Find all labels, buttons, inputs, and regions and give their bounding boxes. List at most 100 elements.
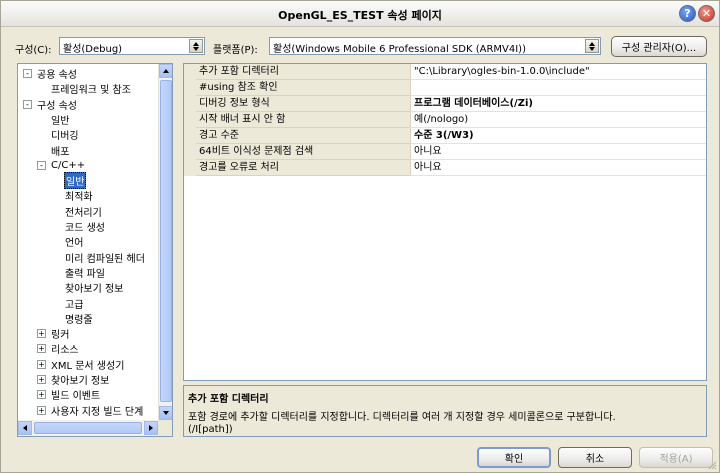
property-row[interactable]: 시작 배너 표시 안 함 예(/nologo) [184,112,706,128]
property-row[interactable]: 64비트 이식성 문제점 검색 아니요 [184,144,706,160]
tree-item[interactable]: 명령줄 [64,311,94,326]
tree-item-label: 명령줄 [65,314,93,326]
resize-grip-icon[interactable] [707,460,717,470]
property-row[interactable]: 경고 수준 수준 3(/W3) [184,128,706,144]
tree-item-label: 일반 [51,115,70,127]
property-value[interactable]: 아니요 [410,160,706,176]
scroll-left-button[interactable] [18,421,32,435]
close-button[interactable]: ✕ [698,5,715,22]
tree-item[interactable]: 일반 [50,112,70,127]
tree-item[interactable]: + 사용자 지정 빌드 단계 [37,403,144,418]
expand-icon[interactable]: + [37,344,46,354]
spin-down-icon [589,46,595,51]
property-value[interactable] [410,80,706,96]
tree-item[interactable]: 전처리기 [64,204,103,219]
expand-icon[interactable]: + [37,329,46,339]
tree-item-label: 디버깅 [51,131,79,143]
property-value[interactable]: 수준 3(/W3) [410,128,706,144]
scroll-up-button[interactable] [159,64,172,78]
help-button[interactable]: ? [679,5,696,22]
config-select[interactable]: 활성(Debug) [59,37,205,55]
tree-item[interactable]: + 찾아보기 정보 [37,372,110,387]
property-value[interactable]: 아니요 [410,144,706,160]
property-row[interactable]: 경고를 오류로 처리 아니요 [184,160,706,176]
tree-item[interactable]: 찾아보기 정보 [64,280,124,295]
tree-item-label: 빌드 이벤트 [51,391,101,403]
tree-item[interactable]: 출력 파일 [64,265,106,280]
tree-item-label: 미리 컴파일된 헤더 [65,253,145,265]
ok-button[interactable]: 확인 [477,447,551,468]
config-manager-button[interactable]: 구성 관리자(O)... [611,36,707,57]
tree-item[interactable]: 코드 생성 [64,219,106,234]
tree-item-label: 출력 파일 [65,268,105,280]
expand-icon[interactable]: + [37,359,46,369]
category-tree[interactable]: - 공용 속성 프레임워크 및 참조 - 구성 속성 일반 디버깅 배포 - C/C++ 일반 최적화… [17,63,173,437]
tree-item[interactable]: - 공용 속성 [23,66,78,81]
property-name: 디버깅 정보 형식 [196,96,410,112]
row-gutter [184,160,196,176]
vertical-scroll-thumb[interactable] [160,80,172,402]
tree-item[interactable]: 고급 [64,296,84,311]
title-bar[interactable]: OpenGL_ES_TEST 속성 페이지 ? ✕ [1,1,719,27]
tree-item[interactable]: 프레임워크 및 참조 [50,81,132,96]
collapse-icon[interactable]: - [23,99,32,109]
property-row[interactable]: #using 참조 확인 [184,80,706,96]
tree-item-label: 최적화 [65,192,93,204]
tree-item[interactable]: 최적화 [64,188,94,203]
tree-item[interactable]: 디버깅 [50,127,80,142]
close-icon: ✕ [701,7,712,20]
apply-button[interactable]: 적용(A) [639,447,713,468]
tree-item[interactable]: + XML 문서 생성기 [37,357,125,372]
row-gutter [184,96,196,112]
tree-item[interactable]: - 구성 속성 [23,97,78,112]
platform-value: 활성(Windows Mobile 6 Professional SDK (AR… [273,44,526,55]
platform-dropdown-arrow[interactable] [585,39,599,53]
tree-vertical-scrollbar[interactable] [158,64,172,420]
spin-up-icon [589,41,595,46]
scroll-right-button[interactable] [144,421,158,435]
scroll-corner [158,420,172,436]
horizontal-scroll-thumb[interactable] [34,422,142,434]
property-name: 경고 수준 [196,128,410,144]
tree-item[interactable]: - C/C++ [37,158,86,173]
tree-item[interactable]: + 링커 [37,326,70,342]
row-gutter [184,144,196,160]
property-row[interactable]: 디버깅 정보 형식 프로그램 데이터베이스(/Zi) [184,96,706,112]
property-name: 추가 포함 디렉터리 [196,64,410,80]
property-name: 경고를 오류로 처리 [196,160,410,176]
tree-horizontal-scrollbar[interactable] [18,420,158,436]
description-text: 포함 경로에 추가할 디렉터리를 지정합니다. 디렉터리를 여러 개 지정할 경… [188,412,616,423]
property-value[interactable]: 프로그램 데이터베이스(/Zi) [410,96,706,112]
tree-item[interactable]: 언어 [64,234,84,249]
tree-item[interactable]: + 빌드 이벤트 [37,387,101,403]
expand-icon[interactable]: + [37,375,46,384]
property-value[interactable]: "C:\Library\ogles-bin-1.0.0\include" [410,64,706,80]
property-row[interactable]: 추가 포함 디렉터리 "C:\Library\ogles-bin-1.0.0\in… [184,64,706,80]
tree-item-label: 프레임워크 및 참조 [51,85,131,97]
collapse-icon[interactable]: - [37,160,46,170]
property-name: 시작 배너 표시 안 함 [196,112,410,128]
collapse-icon[interactable]: - [23,69,32,78]
spin-up-icon [193,41,199,46]
arrow-right-icon [149,425,153,431]
expand-icon[interactable]: + [37,405,46,415]
arrow-up-icon [163,69,169,73]
tree-item-label: XML 문서 생성기 [51,360,125,372]
tree-item[interactable]: 배포 [50,143,70,158]
property-value[interactable]: 예(/nologo) [410,112,706,128]
arrow-down-icon [163,411,169,415]
property-grid[interactable]: 추가 포함 디렉터리 "C:\Library\ogles-bin-1.0.0\in… [183,63,707,381]
scroll-down-button[interactable] [159,406,172,420]
config-dropdown-arrow[interactable] [189,39,203,53]
tree-item[interactable]: 일반 [64,172,87,190]
tree-item-label: 링커 [51,330,70,342]
property-name: #using 참조 확인 [196,80,410,96]
expand-icon[interactable]: + [37,390,46,400]
config-value: 활성(Debug) [63,44,123,55]
platform-select[interactable]: 활성(Windows Mobile 6 Professional SDK (AR… [269,37,601,55]
tree-item-label: 언어 [65,238,84,250]
cancel-button[interactable]: 취소 [558,447,632,468]
tree-item-label: 코드 생성 [65,223,105,234]
tree-item[interactable]: + 리소스 [37,341,80,356]
tree-item[interactable]: 미리 컴파일된 헤더 [64,250,146,265]
